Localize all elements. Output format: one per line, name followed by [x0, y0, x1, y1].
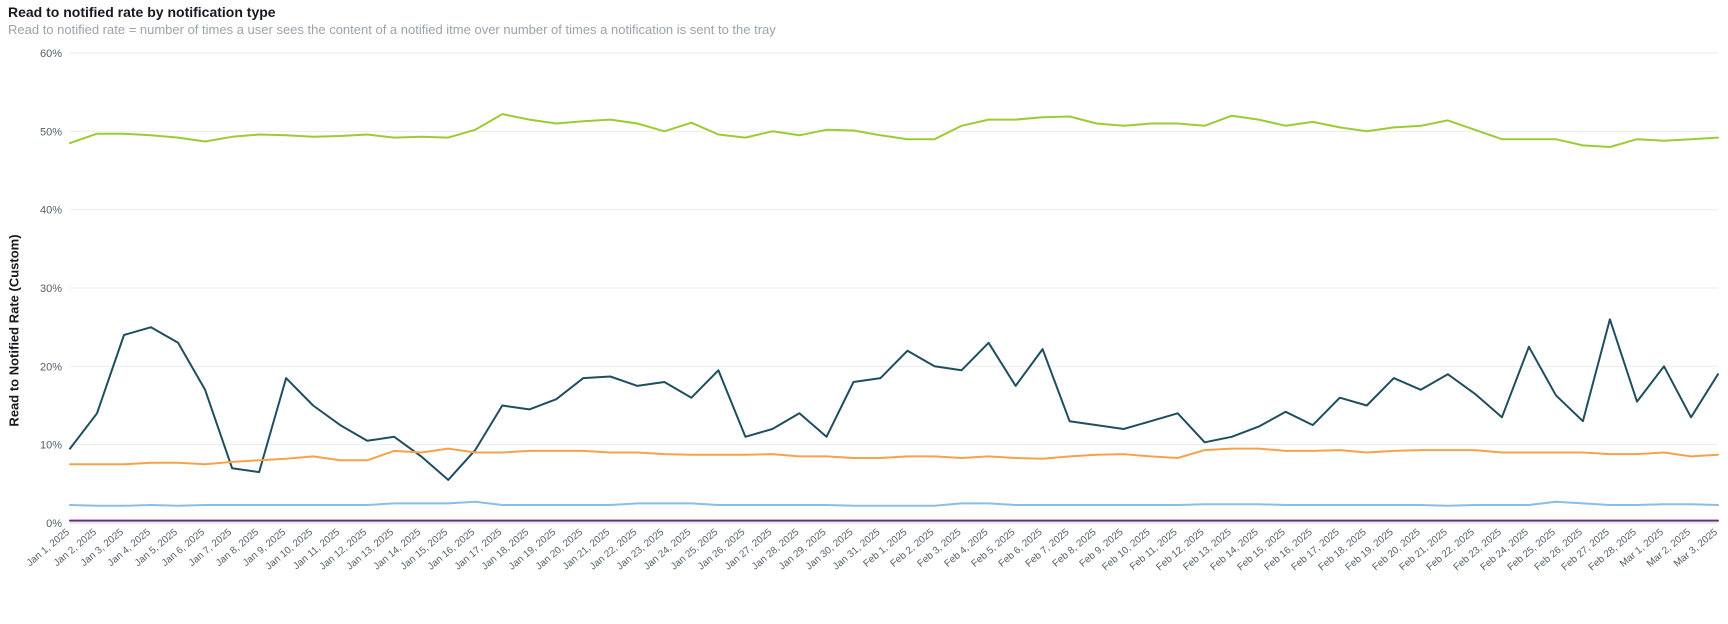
y-tick-label: 20% — [40, 361, 62, 373]
series-series-teal — [70, 319, 1718, 480]
y-tick-label: 10% — [40, 440, 62, 452]
chart-area: Read to Notified Rate (Custom) 0%10%20%3… — [0, 43, 1728, 603]
y-tick-label: 40% — [40, 205, 62, 217]
chart-subtitle: Read to notified rate = number of times … — [8, 22, 1720, 37]
chart-title: Read to notified rate by notification ty… — [8, 4, 1720, 20]
y-tick-label: 50% — [40, 126, 62, 138]
y-tick-label: 0% — [46, 518, 62, 530]
y-tick-label: 60% — [40, 48, 62, 60]
y-tick-label: 30% — [40, 283, 62, 295]
chart-svg: 0%10%20%30%40%50%60%Jan 1, 2025Jan 2, 20… — [0, 43, 1728, 603]
series-series-green — [70, 114, 1718, 147]
series-series-blue — [70, 502, 1718, 506]
series-series-orange — [70, 449, 1718, 465]
y-axis-title: Read to Notified Rate (Custom) — [7, 234, 22, 426]
